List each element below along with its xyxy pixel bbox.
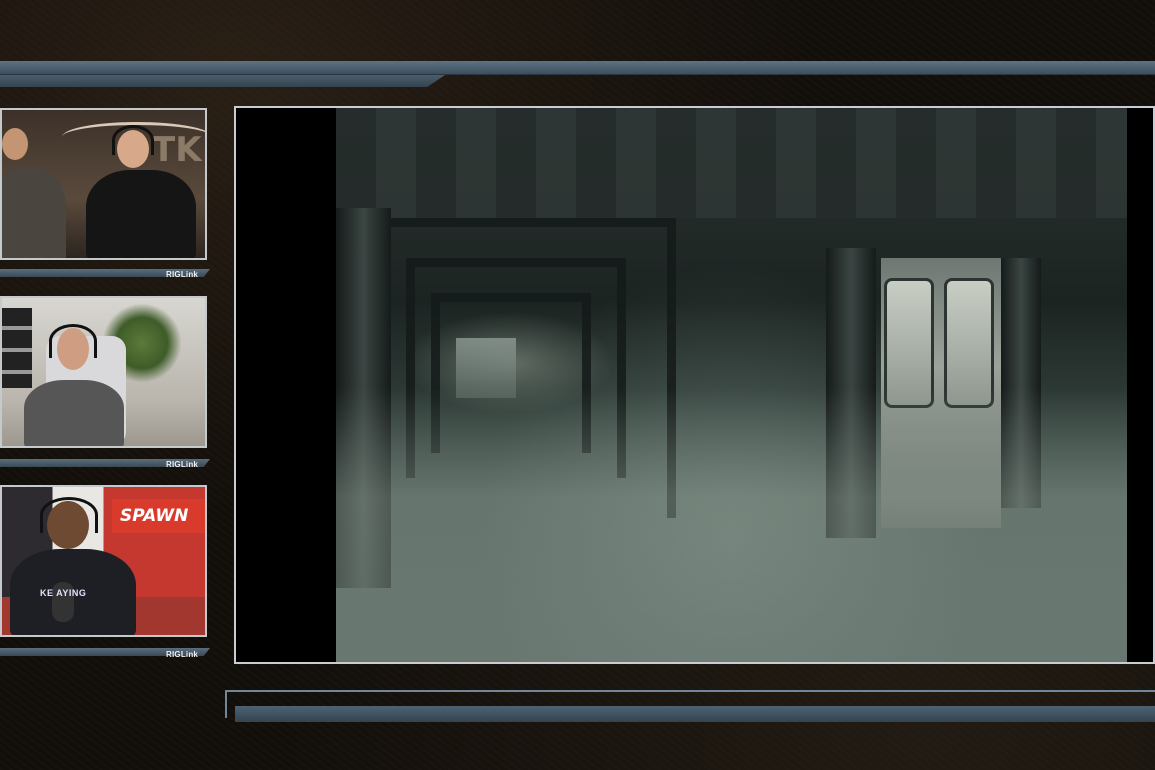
camera-label-3: RIGLink [166,650,199,659]
host-body [24,380,124,446]
floor-fog [336,388,1127,662]
camera-label-2: RIGLink [166,460,199,469]
camera-feed-3: SPAWN KE AYING [0,485,207,637]
headset-icon [49,324,97,358]
camera-feed-1: TK [0,108,207,260]
camera-feed-2 [0,296,207,448]
top-decorative-bar [0,61,1155,87]
spawn-sign: SPAWN [112,499,205,533]
corridor-ceiling [336,108,1127,218]
bottom-bar-fill [235,706,1155,722]
gameplay-view [336,108,1127,662]
shirt-text: KE AYING [40,588,87,598]
host-body [86,170,196,258]
host-body [2,168,66,258]
headset-icon [112,125,154,155]
headset-icon [40,497,98,533]
wall-logo: TK [152,130,202,170]
top-bar-tab [0,75,445,87]
top-bar-strip [0,61,1155,75]
camera-label-1: RIGLink [166,270,199,279]
host-head [2,128,28,160]
bottom-decorative-bar [225,690,1155,724]
shelf [2,308,32,388]
gameplay-frame [234,106,1155,664]
